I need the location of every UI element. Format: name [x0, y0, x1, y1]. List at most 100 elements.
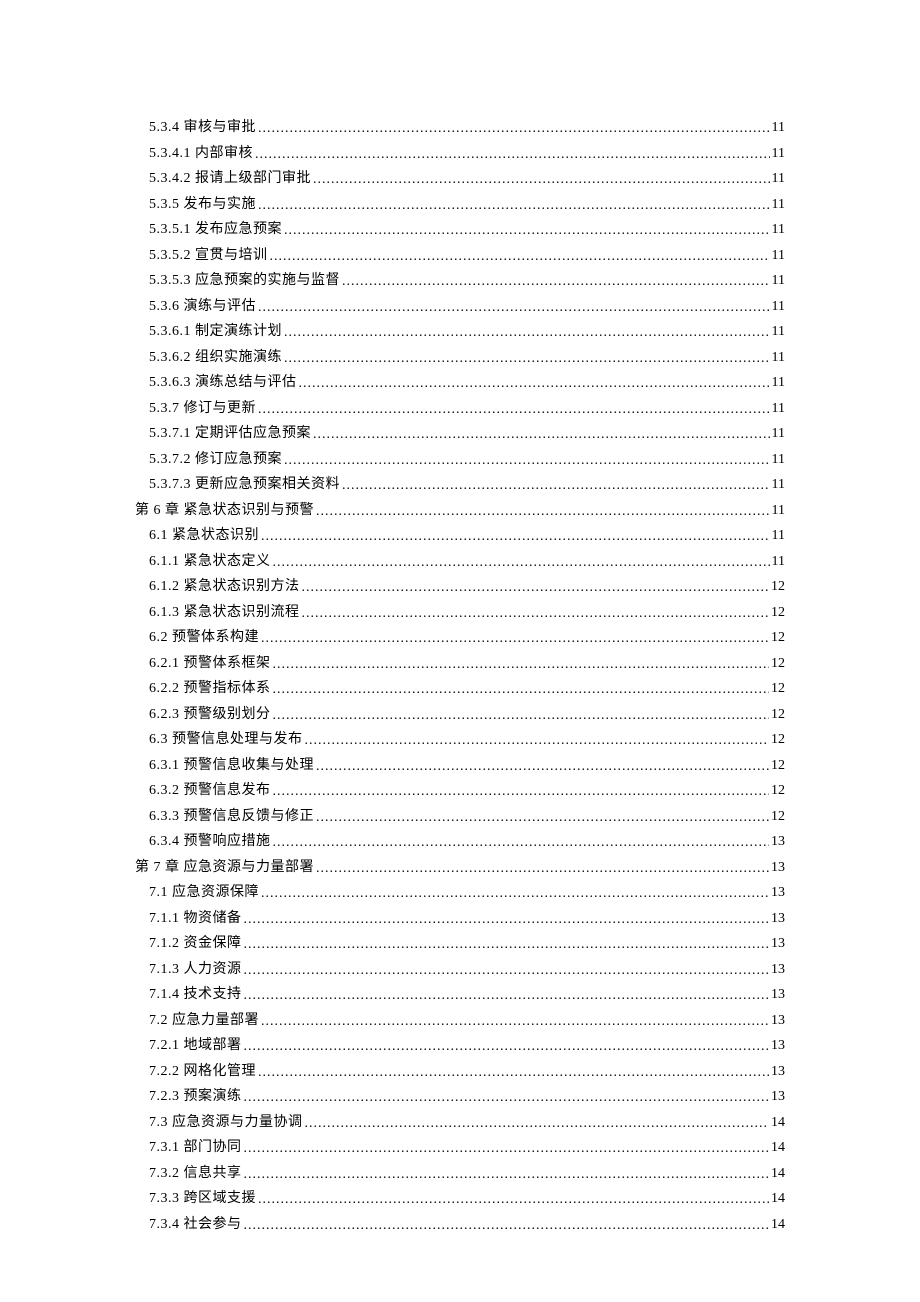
toc-leader-dots [313, 422, 770, 448]
toc-title: 7.2.2 网格化管理 [149, 1059, 256, 1085]
toc-entry: 5.3.6 演练与评估11 [135, 294, 785, 320]
toc-page-number: 13 [771, 829, 785, 855]
toc-leader-dots [258, 193, 770, 219]
toc-entry: 6.1.1 紧急状态定义 11 [135, 549, 785, 575]
toc-page-number: 11 [772, 396, 785, 422]
toc-title: 6.3.1 预警信息收集与处理 [149, 753, 314, 779]
toc-title: 6.2.3 预警级别划分 [149, 702, 271, 728]
toc-leader-dots [316, 805, 769, 831]
toc-leader-dots [273, 830, 770, 856]
toc-title: 5.3.5 发布与实施 [149, 192, 256, 218]
toc-leader-dots [255, 142, 770, 168]
toc-title: 5.3.4.1 内部审核 [149, 141, 253, 167]
toc-entry: 5.3.7 修订与更新 11 [135, 396, 785, 422]
toc-leader-dots [302, 601, 770, 627]
toc-leader-dots [273, 550, 770, 576]
toc-title: 6.2.2 预警指标体系 [149, 676, 271, 702]
toc-entry: 7.1 应急资源保障13 [135, 880, 785, 906]
toc-entry: 6.1.2 紧急状态识别方法12 [135, 574, 785, 600]
toc-title: 7.1 应急资源保障 [149, 880, 259, 906]
toc-page-number: 11 [772, 549, 785, 575]
toc-leader-dots [244, 907, 770, 933]
toc-title: 5.3.7 修订与更新 [149, 396, 256, 422]
toc-entry: 7.3.4 社会参与 14 [135, 1212, 785, 1238]
toc-leader-dots [244, 1034, 770, 1060]
toc-title: 7.3.2 信息共享 [149, 1161, 242, 1187]
toc-entry: 7.1.1 物资储备 13 [135, 906, 785, 932]
toc-entry: 7.1.4 技术支持 13 [135, 982, 785, 1008]
toc-title: 6.1.3 紧急状态识别流程 [149, 600, 300, 626]
toc-page-number: 11 [772, 115, 785, 141]
toc-entry: 5.3.4.1 内部审核11 [135, 141, 785, 167]
toc-title: 6.3.4 预警响应措施 [149, 829, 271, 855]
toc-entry: 6.3.4 预警响应措施 13 [135, 829, 785, 855]
toc-entry: 5.3.7.1 定期评估应急预案11 [135, 421, 785, 447]
toc-entry: 第 6 章 紧急状态识别与预警11 [135, 498, 785, 524]
toc-leader-dots [261, 1009, 769, 1035]
toc-entry: 7.3.1 部门协同 14 [135, 1135, 785, 1161]
toc-page-number: 12 [771, 625, 785, 651]
toc-page-number: 13 [771, 957, 785, 983]
toc-page-number: 14 [771, 1212, 785, 1238]
toc-title: 6.1.1 紧急状态定义 [149, 549, 271, 575]
toc-page-number: 13 [771, 1059, 785, 1085]
toc-title: 6.1.2 紧急状态识别方法 [149, 574, 300, 600]
toc-leader-dots [261, 524, 770, 550]
toc-leader-dots [244, 958, 770, 984]
toc-leader-dots [258, 116, 770, 142]
toc-page-number: 11 [772, 268, 785, 294]
toc-leader-dots [313, 167, 770, 193]
toc-title: 7.1.1 物资储备 [149, 906, 242, 932]
toc-entry: 7.2 应急力量部署13 [135, 1008, 785, 1034]
toc-entry: 6.2.3 预警级别划分12 [135, 702, 785, 728]
toc-leader-dots [316, 754, 769, 780]
toc-page-number: 11 [772, 370, 785, 396]
toc-title: 7.2.3 预案演练 [149, 1084, 242, 1110]
toc-title: 5.3.6.2 组织实施演练 [149, 345, 282, 371]
toc-leader-dots [299, 371, 770, 397]
toc-page-number: 11 [772, 243, 785, 269]
toc-title: 7.1.3 人力资源 [149, 957, 242, 983]
toc-title: 5.3.5.1 发布应急预案 [149, 217, 282, 243]
toc-page-number: 13 [771, 931, 785, 957]
toc-page-number: 11 [772, 192, 785, 218]
toc-title: 5.3.7.3 更新应急预案相关资料 [149, 472, 340, 498]
toc-entry: 7.3.2 信息共享 14 [135, 1161, 785, 1187]
toc-title: 第 6 章 紧急状态识别与预警 [135, 498, 314, 524]
toc-entry: 6.3.1 预警信息收集与处理12 [135, 753, 785, 779]
toc-entry: 6.3.3 预警信息反馈与修正12 [135, 804, 785, 830]
toc-title: 7.2.1 地域部署 [149, 1033, 242, 1059]
toc-entry: 5.3.5.1 发布应急预案 11 [135, 217, 785, 243]
toc-leader-dots [273, 703, 770, 729]
toc-title: 7.3 应急资源与力量协调 [149, 1110, 303, 1136]
toc-page-number: 12 [771, 727, 785, 753]
toc-title: 5.3.6 演练与评估 [149, 294, 256, 320]
toc-leader-dots [258, 397, 770, 423]
toc-entry: 5.3.5.2 宣贯与培训11 [135, 243, 785, 269]
toc-entry: 5.3.4 审核与审批11 [135, 115, 785, 141]
toc-entry: 5.3.5.3 应急预案的实施与监督11 [135, 268, 785, 294]
toc-entry: 6.3.2 预警信息发布12 [135, 778, 785, 804]
toc-entry: 7.2.2 网格化管理 13 [135, 1059, 785, 1085]
toc-leader-dots [316, 499, 770, 525]
toc-leader-dots [244, 1162, 770, 1188]
toc-leader-dots [342, 269, 770, 295]
toc-leader-dots [284, 448, 770, 474]
toc-entry: 5.3.5 发布与实施 11 [135, 192, 785, 218]
toc-title: 6.2 预警体系构建 [149, 625, 259, 651]
toc-page-number: 13 [771, 1084, 785, 1110]
toc-title: 6.3.2 预警信息发布 [149, 778, 271, 804]
toc-title: 7.1.2 资金保障 [149, 931, 242, 957]
toc-entry: 6.2.2 预警指标体系12 [135, 676, 785, 702]
toc-entry: 7.1.2 资金保障 13 [135, 931, 785, 957]
toc-title: 5.3.7.2 修订应急预案 [149, 447, 282, 473]
toc-page-number: 11 [772, 421, 785, 447]
toc-leader-dots [258, 295, 770, 321]
toc-leader-dots [261, 626, 769, 652]
toc-title: 6.3 预警信息处理与发布 [149, 727, 303, 753]
toc-leader-dots [284, 218, 770, 244]
toc-leader-dots [258, 1060, 769, 1086]
toc-page-number: 12 [771, 804, 785, 830]
toc-page-number: 11 [772, 217, 785, 243]
toc-title: 5.3.6.3 演练总结与评估 [149, 370, 297, 396]
